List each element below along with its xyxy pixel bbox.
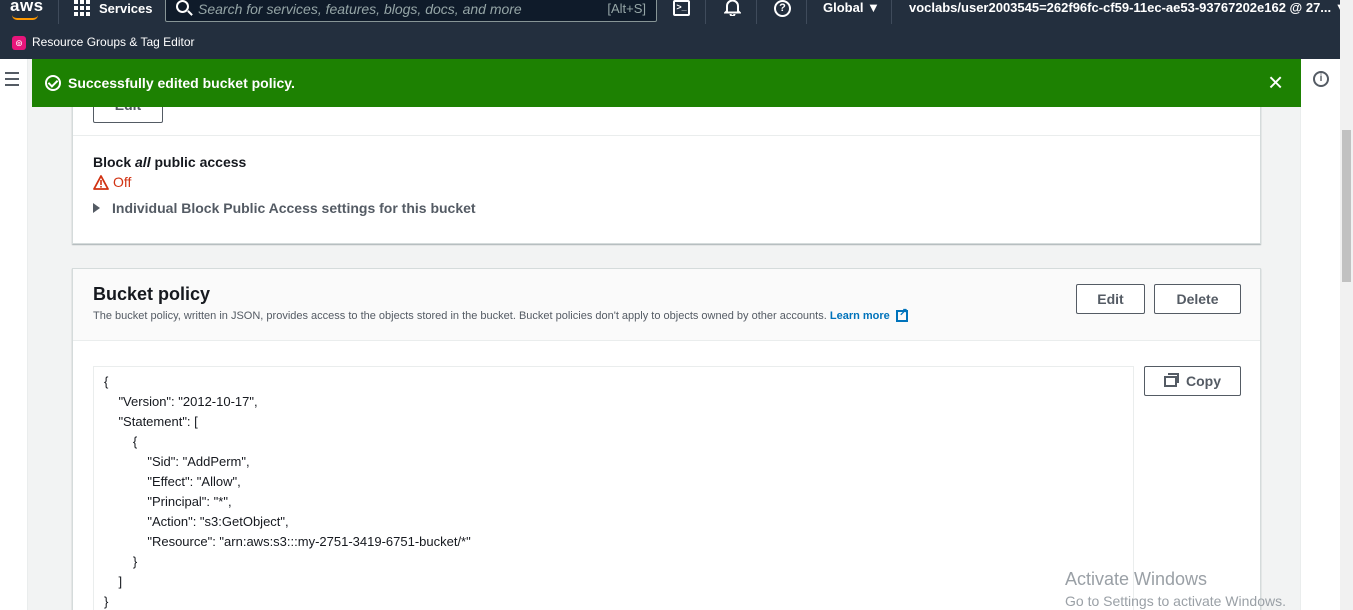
scrollbar-thumb[interactable] bbox=[1342, 130, 1351, 282]
external-link-icon[interactable] bbox=[895, 306, 908, 322]
cloudshell-icon[interactable]: >_ bbox=[673, 0, 690, 16]
region-selector[interactable]: Global ▼ bbox=[823, 0, 880, 15]
code-line: { bbox=[104, 374, 109, 389]
nav-divider bbox=[705, 0, 706, 24]
check-circle-icon bbox=[45, 75, 61, 91]
code-line: "Resource": "arn:aws:s3:::my-2751-3419-6… bbox=[104, 534, 471, 549]
left-rail bbox=[0, 59, 28, 610]
copy-label: Copy bbox=[1186, 373, 1221, 389]
services-label: Services bbox=[99, 0, 153, 16]
bucket-policy-title: Bucket policy bbox=[93, 284, 211, 304]
aws-logo[interactable]: aws bbox=[10, 0, 44, 16]
warning-icon bbox=[93, 175, 109, 190]
search-input[interactable]: Search for services, features, blogs, do… bbox=[165, 0, 657, 22]
page-scrollbar[interactable] bbox=[1340, 0, 1353, 610]
success-flash-banner: Successfully edited bucket policy. × bbox=[32, 59, 1301, 107]
right-rail bbox=[1300, 59, 1340, 610]
divider bbox=[73, 135, 1260, 136]
bucket-policy-card: Bucket policy The bucket policy, written… bbox=[72, 268, 1261, 610]
nav-divider bbox=[756, 0, 757, 24]
secondary-bar bbox=[0, 24, 1340, 59]
policy-json-viewer[interactable]: { "Version": "2012-10-17", "Statement": … bbox=[93, 366, 1134, 610]
policy-edit-button[interactable]: Edit bbox=[1076, 284, 1145, 314]
bucket-policy-description: The bucket policy, written in JSON, prov… bbox=[93, 306, 908, 322]
block-public-access-card: Edit Block all public access Off Individ… bbox=[72, 89, 1261, 244]
resource-groups-icon: ⊚ bbox=[12, 36, 26, 50]
block-public-access-status: Off bbox=[113, 174, 132, 190]
caret-right-icon bbox=[93, 203, 100, 213]
bucket-policy-header: Bucket policy The bucket policy, written… bbox=[73, 269, 1260, 341]
copy-icon bbox=[1164, 373, 1179, 387]
resource-groups-link[interactable]: Resource Groups & Tag Editor bbox=[32, 35, 195, 49]
flash-message: Successfully edited bucket policy. bbox=[68, 75, 295, 91]
grid-icon bbox=[74, 0, 90, 16]
account-menu[interactable]: voclabs/user2003545=262f96fc-cf59-11ec-a… bbox=[909, 0, 1348, 15]
code-line: "Principal": "*", bbox=[104, 494, 232, 509]
activate-windows-watermark: Activate Windows bbox=[1065, 569, 1208, 589]
nav-divider bbox=[806, 0, 807, 24]
individual-bpa-expander[interactable]: Individual Block Public Access settings … bbox=[93, 200, 476, 216]
code-line: } bbox=[104, 594, 109, 609]
help-icon[interactable]: ? bbox=[774, 0, 791, 17]
close-icon[interactable]: × bbox=[1268, 68, 1283, 96]
services-menu-button[interactable]: Services bbox=[74, 0, 153, 16]
code-line: "Sid": "AddPerm", bbox=[104, 454, 250, 469]
code-line: { bbox=[104, 434, 138, 449]
search-icon bbox=[176, 0, 189, 13]
learn-more-link[interactable]: Learn more bbox=[830, 310, 890, 322]
code-line: } bbox=[104, 554, 138, 569]
nav-divider bbox=[58, 0, 59, 24]
code-line: ] bbox=[104, 574, 123, 589]
top-navigation: aws Services Search for services, featur… bbox=[0, 0, 1348, 24]
aws-logo-smile bbox=[12, 15, 38, 20]
bell-icon[interactable] bbox=[724, 0, 741, 16]
code-line: "Statement": [ bbox=[104, 414, 198, 429]
block-public-access-label: Block all public access bbox=[93, 154, 247, 170]
code-line: "Effect": "Allow", bbox=[104, 474, 241, 489]
search-shortcut: [Alt+S] bbox=[607, 1, 646, 16]
nav-divider bbox=[891, 0, 892, 24]
code-line: "Action": "s3:GetObject", bbox=[104, 514, 289, 529]
policy-delete-button[interactable]: Delete bbox=[1154, 284, 1241, 314]
code-line: "Version": "2012-10-17", bbox=[104, 394, 258, 409]
search-placeholder: Search for services, features, blogs, do… bbox=[198, 1, 522, 17]
info-icon[interactable]: i bbox=[1313, 71, 1329, 87]
activate-windows-subtext: Go to Settings to activate Windows. bbox=[1065, 593, 1286, 609]
copy-button[interactable]: Copy bbox=[1144, 366, 1241, 396]
hamburger-icon[interactable] bbox=[5, 72, 19, 90]
expander-label: Individual Block Public Access settings … bbox=[112, 200, 476, 216]
